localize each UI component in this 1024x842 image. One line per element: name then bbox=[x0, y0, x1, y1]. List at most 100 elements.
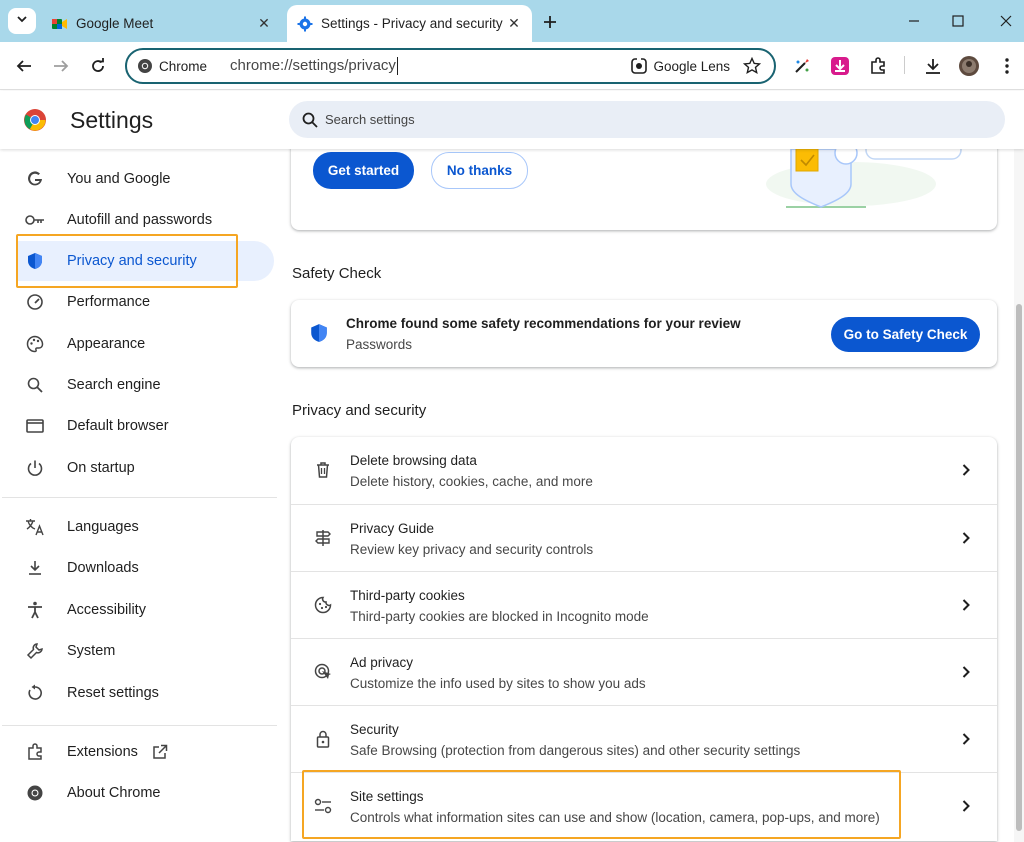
row-third-party-cookies[interactable]: Third-party cookies Third-party cookies … bbox=[291, 571, 997, 638]
menu-kebab-icon[interactable] bbox=[995, 54, 1019, 78]
reset-icon bbox=[24, 682, 46, 704]
site-chip[interactable]: Chrome bbox=[137, 58, 207, 74]
google-g-icon bbox=[24, 168, 46, 190]
ad-target-icon bbox=[313, 662, 333, 682]
sidebar-item-privacy[interactable]: Privacy and security bbox=[18, 241, 274, 281]
wrench-icon bbox=[24, 640, 46, 662]
minimize-button[interactable] bbox=[900, 8, 928, 34]
cookie-icon bbox=[313, 595, 333, 615]
google-lens-button[interactable]: Google Lens bbox=[631, 58, 730, 74]
sidebar-item-languages[interactable]: Languages bbox=[18, 507, 274, 547]
safety-check-subtext: Passwords bbox=[346, 337, 413, 352]
address-bar[interactable]: Chrome chrome://settings/privacy Google … bbox=[125, 48, 776, 84]
sidebar-item-performance[interactable]: Performance bbox=[18, 282, 274, 322]
new-tab-button[interactable] bbox=[538, 10, 562, 34]
speedometer-icon bbox=[24, 291, 46, 313]
search-icon bbox=[301, 111, 319, 129]
search-settings-box[interactable] bbox=[289, 101, 1005, 138]
sidebar-item-on-startup[interactable]: On startup bbox=[18, 448, 274, 488]
no-thanks-button[interactable]: No thanks bbox=[431, 152, 528, 189]
row-site-settings[interactable]: Site settings Controls what information … bbox=[291, 772, 997, 839]
row-ad-privacy[interactable]: Ad privacy Customize the info used by si… bbox=[291, 638, 997, 705]
signpost-icon bbox=[313, 528, 333, 548]
url-text[interactable]: chrome://settings/privacy bbox=[230, 57, 631, 76]
shield-icon bbox=[310, 323, 328, 343]
search-input[interactable] bbox=[325, 112, 925, 127]
bookmark-star-icon[interactable] bbox=[740, 54, 764, 78]
scrollbar-thumb[interactable] bbox=[1016, 304, 1022, 831]
sidebar-item-label: Privacy and security bbox=[67, 253, 197, 269]
external-link-icon bbox=[152, 744, 168, 760]
lock-icon bbox=[313, 729, 333, 749]
get-started-button[interactable]: Get started bbox=[313, 152, 414, 189]
reload-button[interactable] bbox=[85, 53, 111, 79]
sidebar-item-label: On startup bbox=[67, 460, 135, 476]
back-button[interactable] bbox=[11, 53, 37, 79]
chevron-right-icon bbox=[957, 730, 975, 748]
download-icon[interactable] bbox=[921, 54, 945, 78]
profile-avatar[interactable] bbox=[957, 54, 981, 78]
sidebar-item-about-chrome[interactable]: About Chrome bbox=[18, 773, 274, 813]
chrome-icon bbox=[137, 58, 153, 74]
sliders-icon bbox=[313, 796, 333, 816]
sidebar-item-label: Appearance bbox=[67, 336, 146, 352]
chevron-right-icon bbox=[957, 797, 975, 815]
sidebar-item-system[interactable]: System bbox=[18, 631, 274, 671]
window-close-button[interactable] bbox=[992, 8, 1020, 34]
download-icon bbox=[24, 557, 46, 579]
sidebar-item-appearance[interactable]: Appearance bbox=[18, 324, 274, 364]
row-security[interactable]: Security Safe Browsing (protection from … bbox=[291, 705, 997, 772]
safety-check-card: Chrome found some safety recommendations… bbox=[291, 300, 997, 367]
chrome-icon bbox=[24, 782, 46, 804]
page-title: Settings bbox=[70, 107, 154, 133]
forward-button[interactable] bbox=[48, 53, 74, 79]
sidebar-item-label: Reset settings bbox=[67, 685, 159, 701]
sidebar-item-extensions[interactable]: Extensions bbox=[18, 732, 274, 772]
scrollbar-track[interactable] bbox=[1014, 149, 1024, 842]
main-content: Get started No thanks Safety Check Chrom… bbox=[280, 149, 1014, 842]
row-title: Third-party cookies bbox=[350, 588, 465, 603]
tab-search-button[interactable] bbox=[8, 8, 36, 34]
maximize-button[interactable] bbox=[944, 8, 972, 34]
trash-icon bbox=[313, 460, 333, 480]
row-privacy-guide[interactable]: Privacy Guide Review key privacy and sec… bbox=[291, 504, 997, 571]
row-subtitle: Controls what information sites can use … bbox=[350, 810, 880, 825]
extension-download-icon[interactable] bbox=[828, 54, 852, 78]
row-subtitle: Customize the info used by sites to show… bbox=[350, 676, 646, 691]
key-icon bbox=[24, 209, 46, 231]
lens-icon bbox=[631, 58, 648, 74]
extensions-puzzle-icon[interactable] bbox=[866, 54, 890, 78]
extension-pen-icon[interactable] bbox=[790, 54, 814, 78]
sidebar-item-reset-settings[interactable]: Reset settings bbox=[18, 673, 274, 713]
sidebar-item-default-browser[interactable]: Default browser bbox=[18, 406, 274, 446]
privacy-section-heading: Privacy and security bbox=[292, 402, 427, 419]
sidebar-item-autofill[interactable]: Autofill and passwords bbox=[18, 200, 274, 240]
close-icon[interactable]: ✕ bbox=[254, 14, 274, 34]
chevron-right-icon bbox=[957, 461, 975, 479]
sidebar-item-search-engine[interactable]: Search engine bbox=[18, 365, 274, 405]
power-icon bbox=[24, 457, 46, 479]
sidebar-item-accessibility[interactable]: Accessibility bbox=[18, 590, 274, 630]
tab-settings[interactable]: Settings - Privacy and security ✕ bbox=[287, 5, 532, 42]
sidebar-item-downloads[interactable]: Downloads bbox=[18, 548, 274, 588]
row-subtitle: Review key privacy and security controls bbox=[350, 542, 594, 557]
close-icon[interactable]: ✕ bbox=[504, 14, 524, 34]
sidebar-item-label: System bbox=[67, 643, 116, 659]
row-subtitle: Safe Browsing (protection from dangerous… bbox=[350, 743, 801, 758]
toolbar-divider bbox=[904, 56, 905, 74]
site-chip-label: Chrome bbox=[159, 58, 208, 74]
chevron-down-icon bbox=[16, 12, 28, 30]
sidebar-item-label: Default browser bbox=[67, 418, 169, 434]
sidebar: You and Google Autofill and passwords Pr… bbox=[0, 149, 280, 842]
row-delete-browsing-data[interactable]: Delete browsing data Delete history, coo… bbox=[291, 437, 997, 504]
translate-icon bbox=[24, 516, 46, 538]
go-to-safety-check-button[interactable]: Go to Safety Check bbox=[831, 317, 980, 352]
sidebar-item-you-and-google[interactable]: You and Google bbox=[18, 159, 274, 199]
tab-google-meet[interactable]: Google Meet ✕ bbox=[42, 5, 282, 42]
tab-title: Settings - Privacy and security bbox=[321, 16, 503, 31]
safety-check-message: Chrome found some safety recommendations… bbox=[346, 316, 741, 331]
row-title: Security bbox=[350, 722, 399, 737]
privacy-settings-card: Delete browsing data Delete history, coo… bbox=[291, 437, 997, 841]
sidebar-item-label: Accessibility bbox=[67, 602, 146, 618]
chevron-right-icon bbox=[957, 663, 975, 681]
